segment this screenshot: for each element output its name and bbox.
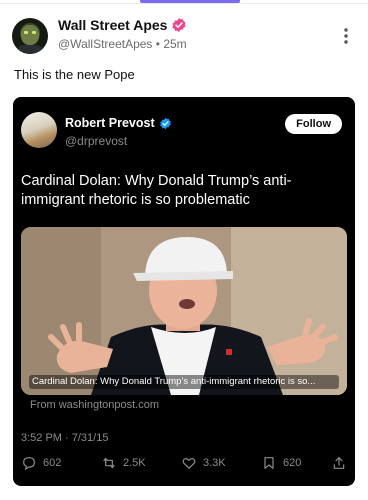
embedded-name-row: Robert Prevost xyxy=(65,116,172,130)
avatar-eye-left xyxy=(24,31,28,34)
verified-badge-icon xyxy=(159,117,171,129)
link-preview-image xyxy=(21,227,347,395)
views-action[interactable]: 620 xyxy=(261,455,301,471)
share-action[interactable] xyxy=(331,455,347,471)
more-vertical-icon[interactable] xyxy=(336,26,356,46)
avatar-face xyxy=(21,25,39,45)
author-avatar[interactable] xyxy=(12,18,48,54)
tweet-timestamp[interactable]: 3:52 PM · 7/31/15 xyxy=(21,432,108,444)
post-header: Wall Street Apes @WallStreetApes • 25m xyxy=(12,16,356,56)
verified-badge-icon xyxy=(172,18,187,32)
reply-icon xyxy=(23,457,35,471)
embedded-tweet-text: Cardinal Dolan: Why Donald Trump’s anti-… xyxy=(21,173,292,208)
share-icon xyxy=(333,457,345,469)
avatar-suit xyxy=(16,45,44,54)
link-source[interactable]: From washingtonpost.com xyxy=(30,399,159,411)
heart-icon xyxy=(182,458,196,469)
embedded-author-name[interactable]: Robert Prevost xyxy=(65,116,155,130)
author-name[interactable]: Wall Street Apes xyxy=(58,17,167,33)
repost-icon xyxy=(103,457,115,469)
post-time: 25m xyxy=(163,37,187,51)
follow-button[interactable]: Follow xyxy=(285,114,342,134)
like-action[interactable]: 3.3K xyxy=(181,455,226,471)
embedded-author-avatar[interactable] xyxy=(21,112,57,148)
author-handle[interactable]: @WallStreetApes xyxy=(58,37,152,51)
like-count: 3.3K xyxy=(203,457,226,469)
link-preview-card[interactable]: Cardinal Dolan: Why Donald Trump’s anti-… xyxy=(21,227,347,395)
avatar-eye-right xyxy=(32,31,36,34)
link-preview-caption: Cardinal Dolan: Why Donald Trump’s anti-… xyxy=(29,375,339,389)
repost-count: 2.5K xyxy=(123,457,146,469)
tweet-actions: 602 2.5K 3.3K 620 xyxy=(21,455,347,475)
post-text: This is the new Pope xyxy=(14,67,135,82)
embedded-author-handle[interactable]: @drprevost xyxy=(65,134,127,148)
author-name-row: Wall Street Apes xyxy=(58,17,187,33)
reply-count: 602 xyxy=(43,457,62,469)
embedded-tweet-card[interactable]: Robert Prevost @drprevost Follow Cardina… xyxy=(13,97,355,486)
top-divider xyxy=(0,3,368,4)
views-count: 620 xyxy=(283,457,302,469)
reply-action[interactable]: 602 xyxy=(21,455,61,471)
author-meta: @WallStreetApes • 25m xyxy=(58,37,187,51)
meta-separator: • xyxy=(155,37,160,51)
bookmark-icon xyxy=(264,457,274,469)
repost-action[interactable]: 2.5K xyxy=(101,455,146,471)
